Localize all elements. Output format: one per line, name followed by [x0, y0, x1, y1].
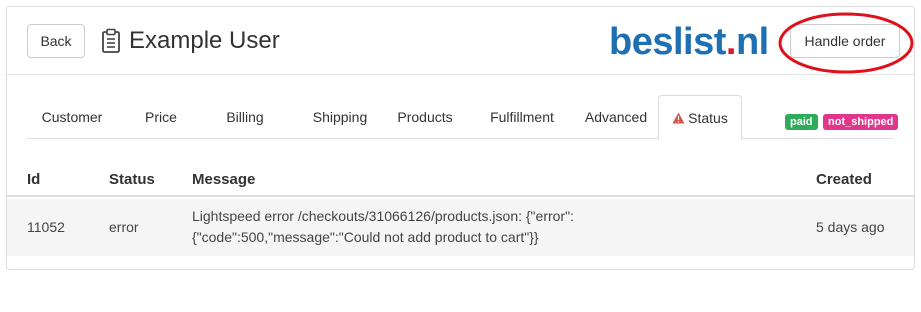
- column-header-created: Created: [816, 171, 872, 188]
- tab-advanced[interactable]: Advanced: [575, 95, 657, 139]
- logo-main: beslist: [609, 21, 726, 63]
- status-badge-paid: paid: [785, 114, 818, 130]
- tab-label: Customer: [41, 109, 103, 125]
- tab-label: Price: [145, 109, 177, 125]
- order-panel: Back Example User beslist.nl Handle orde…: [6, 6, 915, 270]
- page-title: Example User: [129, 27, 280, 54]
- tab-label: Status: [688, 109, 728, 126]
- cell-message-line-1: Lightspeed error /checkouts/31066126/pro…: [192, 208, 574, 224]
- tab-label: Shipping: [312, 109, 368, 125]
- cell-created: 5 days ago: [816, 219, 885, 235]
- clipboard-icon: [102, 28, 120, 53]
- tab-status[interactable]: Status: [658, 95, 742, 140]
- cell-status: error: [109, 219, 139, 235]
- logo-dot: .: [725, 21, 737, 63]
- status-badge-not-shipped: not_shipped: [823, 114, 899, 130]
- tab-label: Fulfillment: [490, 109, 554, 125]
- annotation-circle: [778, 12, 914, 74]
- tab-billing[interactable]: Billing: [203, 95, 287, 139]
- tab-label: Billing: [226, 109, 264, 125]
- cell-id: 11052: [27, 219, 65, 235]
- table-header: Id Status Message Created: [7, 157, 914, 197]
- cell-message-line-2: {"code":500,"message":"Could not add pro…: [192, 229, 539, 245]
- tab-label: Advanced: [584, 109, 648, 125]
- column-header-id: Id: [27, 171, 41, 188]
- back-button[interactable]: Back: [27, 24, 85, 58]
- tab-bar: Customer Price Billing Shipping Products…: [27, 95, 893, 140]
- tab-fulfillment[interactable]: Fulfillment: [471, 95, 573, 139]
- tab-customer[interactable]: Customer: [27, 95, 117, 139]
- column-header-message: Message: [192, 171, 256, 188]
- tab-price[interactable]: Price: [123, 95, 199, 139]
- title-group: Example User: [101, 27, 280, 55]
- table-row: 11052 error Lightspeed error /checkouts/…: [7, 199, 914, 256]
- panel-header: Back Example User beslist.nl Handle orde…: [7, 7, 914, 75]
- logo-tld: nl: [735, 21, 769, 63]
- beslist-logo: beslist.nl: [609, 23, 769, 61]
- warning-icon: [672, 112, 685, 123]
- tab-label: Products: [397, 109, 453, 125]
- tab-shipping[interactable]: Shipping: [293, 95, 387, 139]
- column-header-status: Status: [109, 171, 155, 188]
- tab-products[interactable]: Products: [383, 95, 467, 139]
